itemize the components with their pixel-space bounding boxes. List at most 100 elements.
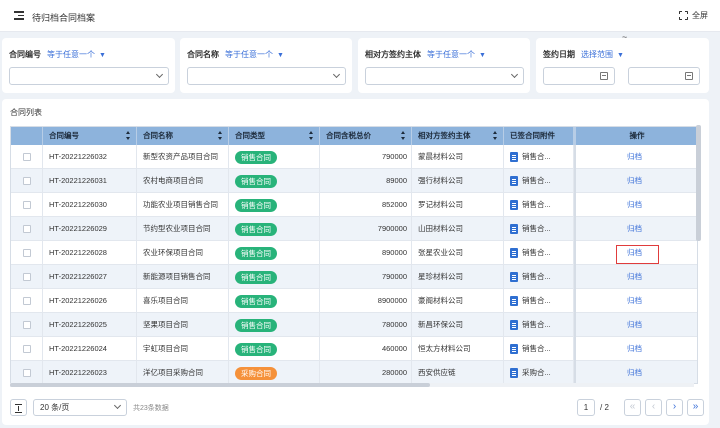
archive-link[interactable]: 归档: [627, 296, 642, 305]
row-checkbox[interactable]: [23, 369, 31, 377]
cell-attachment: 销售合...: [504, 145, 574, 169]
contract-no-select[interactable]: [9, 67, 169, 85]
attachment-link[interactable]: 销售合...: [510, 241, 551, 265]
horizontal-scrollbar[interactable]: [10, 383, 694, 387]
archive-link[interactable]: 归档: [627, 368, 642, 377]
cell-attachment: 销售合...: [504, 217, 574, 241]
row-checkbox[interactable]: [23, 297, 31, 305]
cell-contract-type: 销售合同: [229, 193, 320, 217]
cell-price: 89000: [320, 169, 412, 193]
prev-page-button[interactable]: ‹: [645, 399, 662, 416]
cell-no: HT-20221226028: [43, 241, 137, 265]
cell-name: 宇虹项目合同: [137, 337, 229, 361]
row-checkbox[interactable]: [23, 273, 31, 281]
table-row[interactable]: HT-20221226029 节约型农业项目合同 销售合同 7900000 山田材料公司…: [11, 217, 697, 241]
row-checkbox-cell: [11, 169, 43, 193]
filter-mode[interactable]: 选择范围: [581, 50, 613, 59]
attachment-link[interactable]: 销售合...: [510, 313, 551, 337]
row-checkbox[interactable]: [23, 249, 31, 257]
contract-name-select[interactable]: [187, 67, 346, 85]
document-icon: [510, 176, 518, 186]
sort-icon[interactable]: [126, 131, 131, 141]
attachment-link[interactable]: 销售合...: [510, 217, 551, 241]
caret-down-icon[interactable]: ▼: [277, 52, 284, 59]
sort-icon[interactable]: [218, 131, 223, 141]
attachment-name: 销售合...: [522, 320, 551, 329]
calendar-icon: [685, 72, 693, 80]
row-checkbox[interactable]: [23, 201, 31, 209]
attachment-link[interactable]: 销售合...: [510, 265, 551, 289]
next-page-button[interactable]: ›: [666, 399, 683, 416]
table-row[interactable]: HT-20221226027 新能源项目销售合同 销售合同 790000 星珍材料公司 销…: [11, 265, 697, 289]
menu-collapse-icon[interactable]: [14, 11, 24, 20]
vertical-scrollbar[interactable]: [696, 125, 701, 241]
table-row[interactable]: HT-20221226026 喜乐项目合同 销售合同 8900000 豪阁材料公司 销售合…: [11, 289, 697, 313]
caret-down-icon[interactable]: ▼: [617, 52, 624, 59]
col-contract-name[interactable]: 合同名称: [137, 127, 229, 145]
attachment-link[interactable]: 采购合...: [510, 361, 551, 383]
first-page-button[interactable]: «: [624, 399, 641, 416]
fullscreen-button[interactable]: 全屏: [679, 10, 708, 21]
attachment-link[interactable]: 销售合...: [510, 289, 551, 313]
table-row[interactable]: HT-20221226024 宇虹项目合同 销售合同 460000 恒太方材料公司 销售合…: [11, 337, 697, 361]
archive-link[interactable]: 归档: [627, 344, 642, 353]
row-checkbox[interactable]: [23, 345, 31, 353]
attachment-link[interactable]: 销售合...: [510, 337, 551, 361]
archive-link[interactable]: 归档: [627, 320, 642, 329]
contract-type-tag: 销售合同: [235, 222, 277, 236]
col-counterparty[interactable]: 相对方签约主体: [412, 127, 504, 145]
archive-link[interactable]: 归档: [627, 272, 642, 281]
col-contract-no[interactable]: 合同编号: [43, 127, 137, 145]
current-page-input[interactable]: 1: [577, 399, 595, 416]
col-attachment[interactable]: 已签合同附件: [504, 127, 574, 145]
attachment-link[interactable]: 销售合...: [510, 169, 551, 193]
caret-down-icon[interactable]: ▼: [479, 52, 486, 59]
table-row[interactable]: HT-20221226025 坚果项目合同 销售合同 780000 新昌环保公司 销售合.…: [11, 313, 697, 337]
cell-no: HT-20221226025: [43, 313, 137, 337]
table-row[interactable]: HT-20221226030 功能农业项目销售合同 销售合同 852000 罗记材料公司…: [11, 193, 697, 217]
sort-icon[interactable]: [309, 131, 314, 141]
sort-icon[interactable]: [401, 131, 406, 141]
page-size-select[interactable]: 20 条/页: [33, 399, 127, 416]
cell-price: 790000: [320, 265, 412, 289]
filter-label: 相对方签约主体: [365, 50, 421, 59]
attachment-link[interactable]: 销售合...: [510, 145, 551, 169]
sort-icon[interactable]: [493, 131, 498, 141]
row-checkbox[interactable]: [23, 225, 31, 233]
end-date-input[interactable]: [628, 67, 700, 85]
cell-name: 功能农业项目销售合同: [137, 193, 229, 217]
cell-contract-type: 销售合同: [229, 241, 320, 265]
archive-link[interactable]: 归档: [627, 152, 642, 161]
contract-type-tag: 销售合同: [235, 318, 277, 332]
filter-mode[interactable]: 等于任意一个: [47, 50, 95, 59]
cell-party: 豪阁材料公司: [412, 289, 504, 313]
col-contract-type[interactable]: 合同类型: [229, 127, 320, 145]
column-settings-icon[interactable]: [10, 399, 27, 416]
counterparty-select[interactable]: [365, 67, 524, 85]
row-checkbox[interactable]: [23, 321, 31, 329]
row-checkbox[interactable]: [23, 153, 31, 161]
col-price[interactable]: 合同含税总价: [320, 127, 412, 145]
table-row[interactable]: HT-20221226032 新型农资产品项目合同 销售合同 790000 蒙晨材料公司…: [11, 145, 697, 169]
row-checkbox-cell: [11, 217, 43, 241]
archive-link[interactable]: 归档: [627, 224, 642, 233]
caret-down-icon[interactable]: ▼: [99, 52, 106, 59]
archive-link[interactable]: 归档: [627, 200, 642, 209]
scroll-thumb[interactable]: [10, 383, 430, 387]
table-row[interactable]: HT-20221226023 洋亿项目采购合同 采购合同 280000 西安供应链 采购合…: [11, 361, 697, 383]
cell-attachment: 销售合...: [504, 289, 574, 313]
filter-mode[interactable]: 等于任意一个: [225, 50, 273, 59]
document-icon: [510, 224, 518, 234]
row-checkbox-cell: [11, 241, 43, 265]
table-row[interactable]: HT-20221226028 农业环保项目合同 销售合同 890000 张星农业公司 销售…: [11, 241, 697, 265]
cell-name: 农村电商项目合同: [137, 169, 229, 193]
cell-contract-type: 销售合同: [229, 145, 320, 169]
filter-mode[interactable]: 等于任意一个: [427, 50, 475, 59]
row-checkbox[interactable]: [23, 177, 31, 185]
start-date-input[interactable]: [543, 67, 615, 85]
last-page-button[interactable]: »: [687, 399, 704, 416]
table-row[interactable]: HT-20221226031 农村电商项目合同 销售合同 89000 强行材料公司 销售合…: [11, 169, 697, 193]
cell-name: 喜乐项目合同: [137, 289, 229, 313]
archive-link[interactable]: 归档: [627, 176, 642, 185]
attachment-link[interactable]: 销售合...: [510, 193, 551, 217]
